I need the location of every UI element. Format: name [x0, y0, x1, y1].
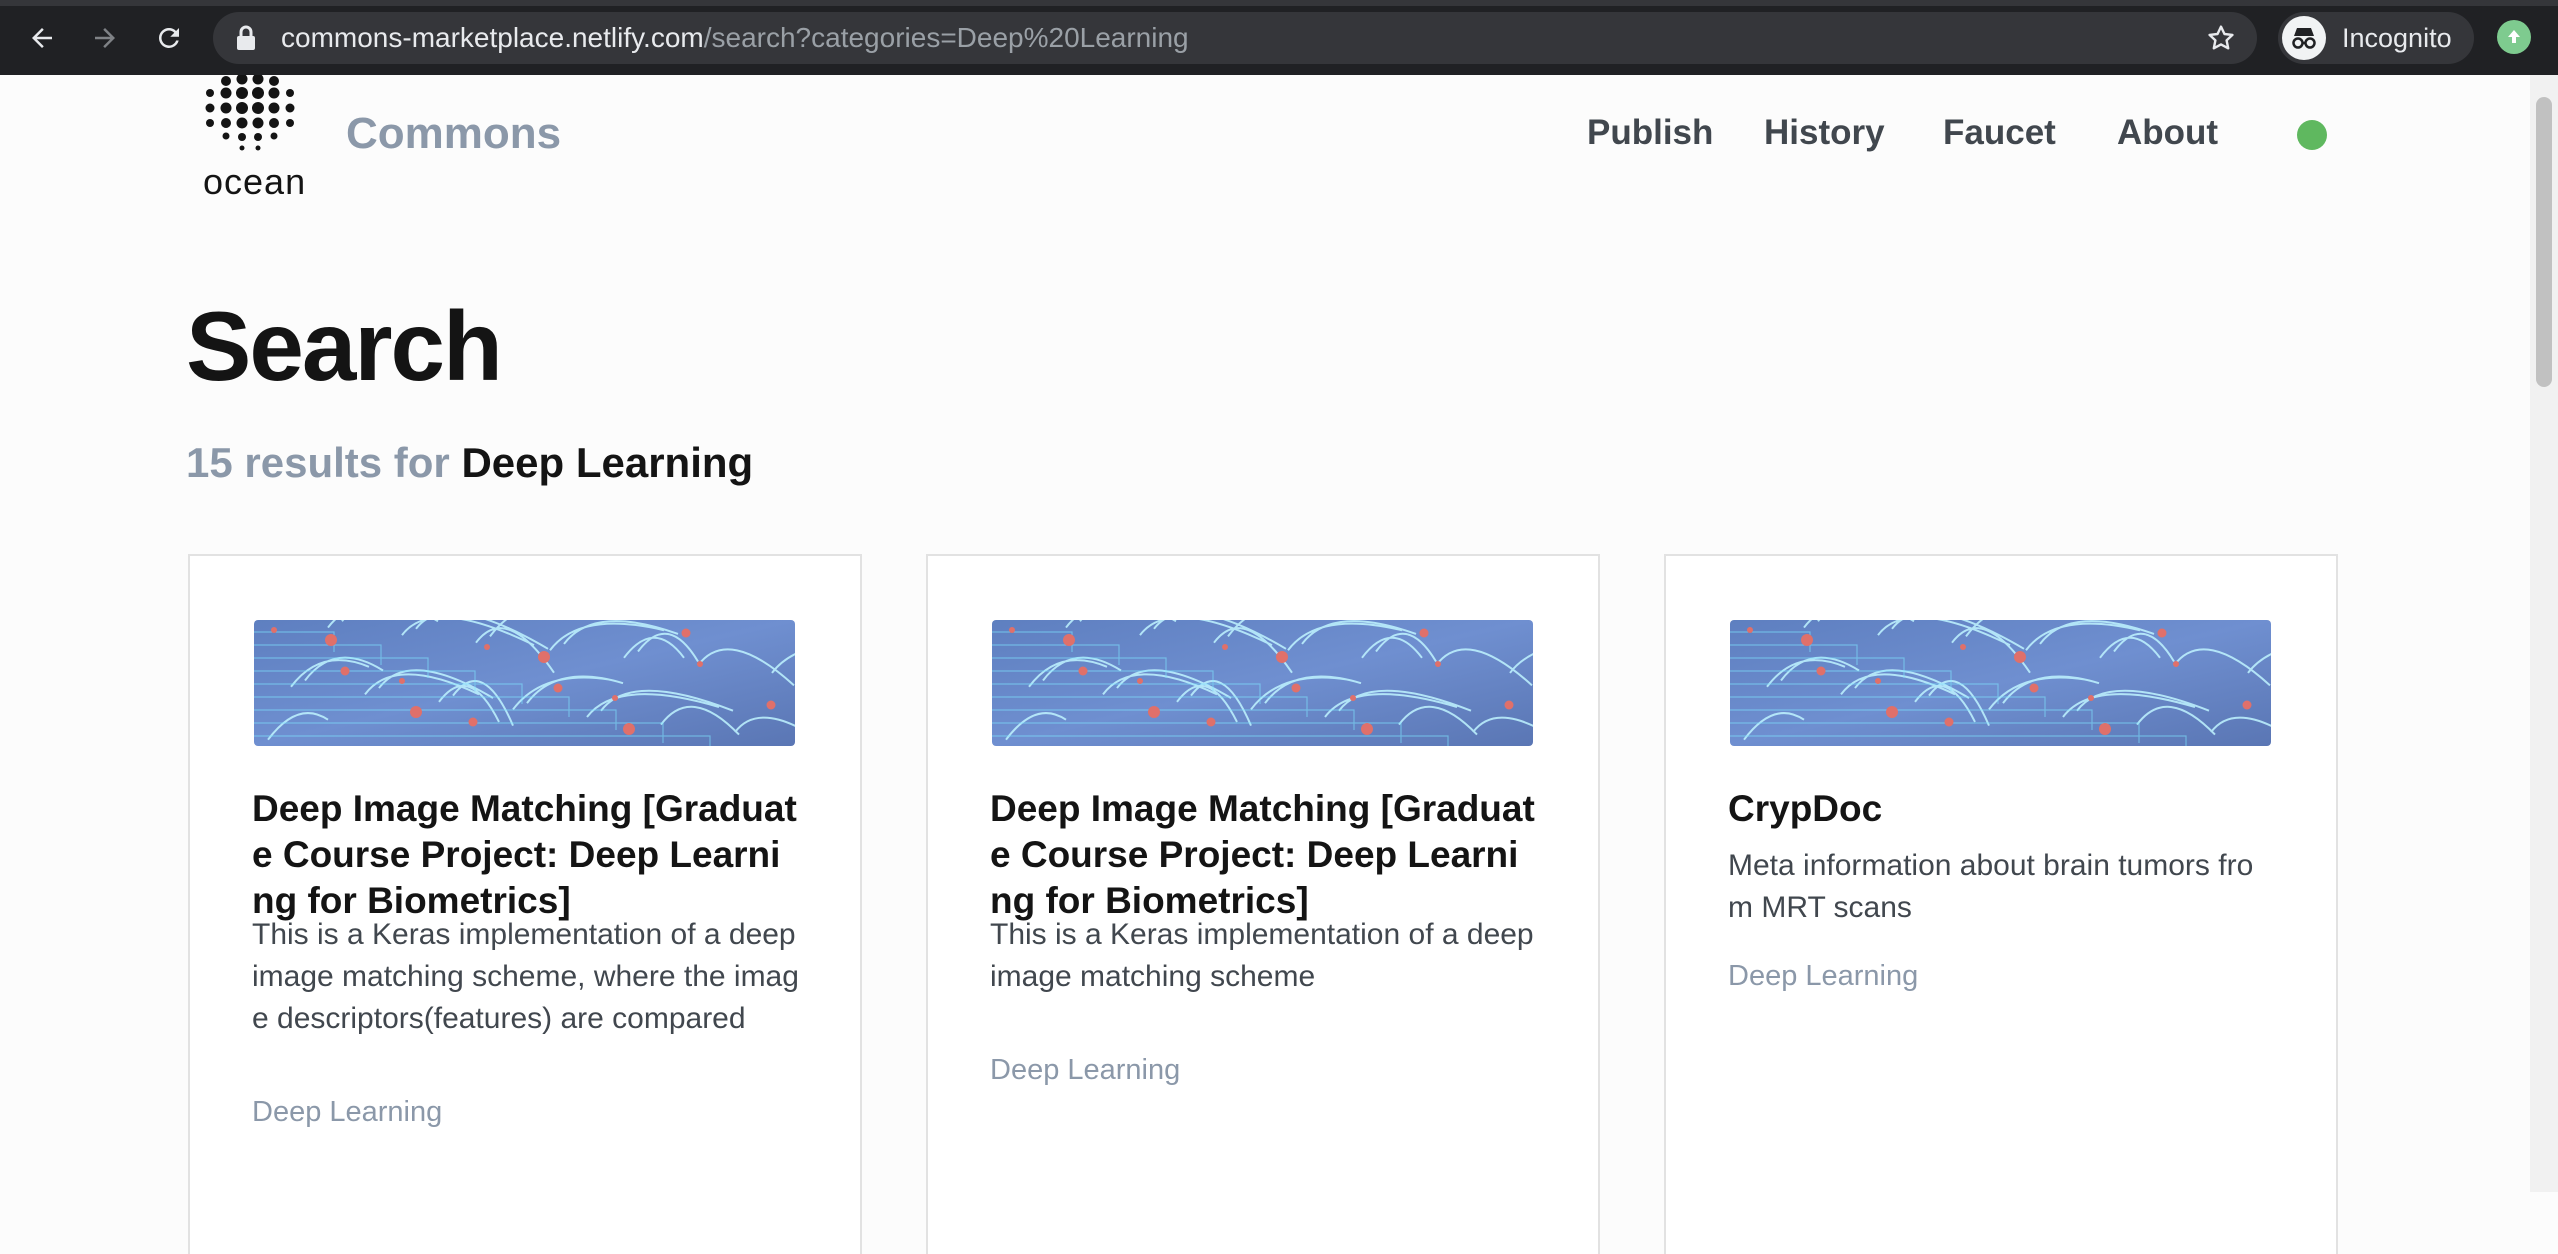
lock-icon — [237, 25, 255, 50]
asset-title[interactable]: Deep Image Matching [Graduate Course Pro… — [990, 786, 1538, 924]
back-button[interactable] — [19, 15, 65, 61]
brand-name[interactable]: Commons — [346, 109, 561, 159]
scrollbar-thumb[interactable] — [2536, 97, 2552, 387]
nav-about[interactable]: About — [2117, 113, 2218, 153]
asset-title[interactable]: Deep Image Matching [Graduate Course Pro… — [252, 786, 800, 924]
reload-icon — [159, 28, 179, 48]
results-query: Deep Learning — [461, 439, 754, 486]
back-icon — [32, 28, 52, 48]
browser-toolbar: commons-marketplace.netlify.com/search?c… — [0, 0, 2558, 75]
logo-wordmark: ocean — [203, 161, 307, 202]
page-content: ocean Commons Publish History Faucet Abo… — [0, 75, 2530, 1254]
update-icon[interactable] — [2497, 20, 2531, 54]
results-count: 15 results for — [186, 439, 450, 486]
incognito-icon — [2282, 16, 2326, 60]
forward-icon — [95, 28, 115, 48]
address-bar[interactable]: commons-marketplace.netlify.com/search?c… — [213, 12, 2257, 64]
results-summary: 15 results for Deep Learning — [186, 439, 753, 487]
tab-strip-edge — [0, 0, 2558, 6]
asset-card[interactable]: CrypDoc Meta information about brain tum… — [1664, 554, 2338, 1254]
asset-title[interactable]: CrypDoc — [1728, 786, 2276, 832]
profile-button[interactable]: Incognito — [2278, 12, 2474, 64]
reload-button[interactable] — [146, 15, 192, 61]
asset-category[interactable]: Deep Learning — [990, 1054, 1180, 1087]
asset-description: Meta information about brain tumors from… — [1728, 849, 2254, 924]
profile-label: Incognito — [2342, 22, 2452, 53]
forward-button[interactable] — [82, 15, 128, 61]
url-host: commons-marketplace.netlify.com — [281, 22, 704, 53]
asset-description: This is a Keras implementation of a deep… — [252, 918, 799, 1035]
asset-banner-image — [992, 620, 1533, 746]
network-status-indicator[interactable] — [2297, 120, 2327, 150]
asset-banner-image — [1730, 620, 2271, 746]
asset-banner-image — [254, 620, 795, 746]
asset-card[interactable]: Deep Image Matching [Graduate Course Pro… — [926, 554, 1600, 1254]
asset-description: This is a Keras implementation of a deep… — [990, 918, 1534, 993]
asset-category[interactable]: Deep Learning — [252, 1096, 442, 1129]
nav-faucet[interactable]: Faucet — [1943, 113, 2056, 153]
page-scrollbar[interactable] — [2530, 75, 2558, 1192]
url-text: commons-marketplace.netlify.com/search?c… — [281, 12, 1189, 64]
page-title: Search — [186, 291, 503, 401]
nav-publish[interactable]: Publish — [1587, 113, 1713, 153]
asset-card[interactable]: Deep Image Matching [Graduate Course Pro… — [188, 554, 862, 1254]
star-icon[interactable] — [2205, 22, 2237, 54]
url-path: /search?categories=Deep%20Learning — [703, 22, 1189, 53]
asset-category[interactable]: Deep Learning — [1728, 960, 1918, 993]
nav-history[interactable]: History — [1764, 113, 1885, 153]
